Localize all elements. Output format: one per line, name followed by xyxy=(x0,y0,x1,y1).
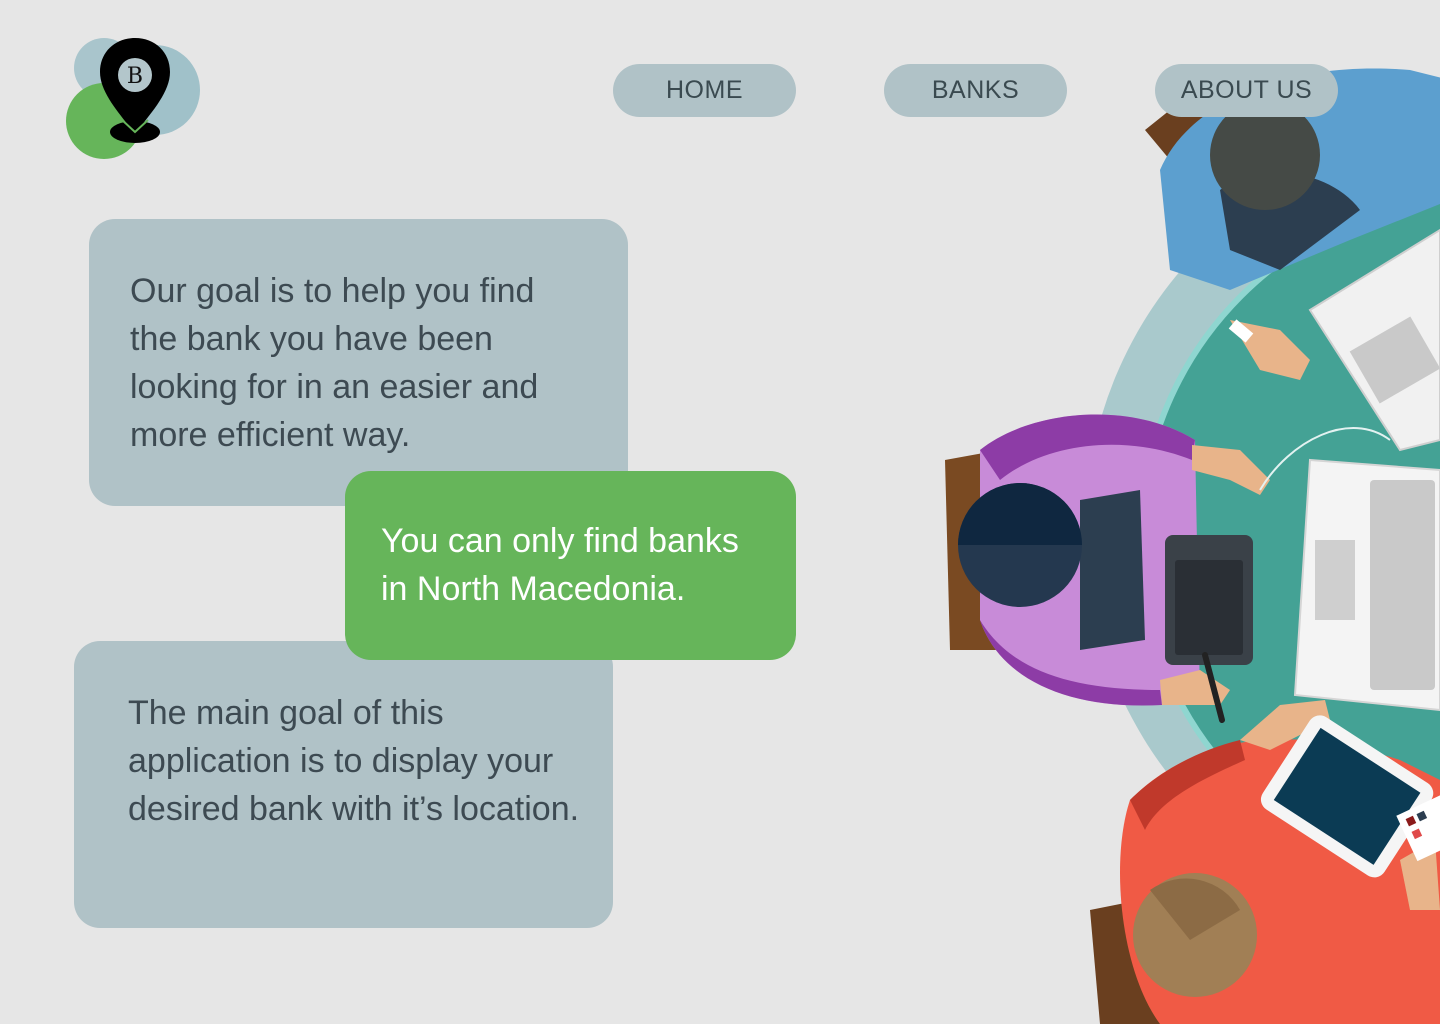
logo-letter: B xyxy=(127,64,143,89)
goal-card: Our goal is to help you find the bank yo… xyxy=(89,219,628,506)
nav-banks-button[interactable]: BANKS xyxy=(884,64,1067,117)
logo[interactable]: B xyxy=(60,30,210,165)
nav-about-label: ABOUT US xyxy=(1180,76,1313,104)
about-page: B HOME BANKS ABOUT US Our goal is to hel… xyxy=(0,0,1440,1024)
main-goal-card: The main goal of this application is to … xyxy=(74,641,613,928)
region-limit-card: You can only find banks in North Macedon… xyxy=(345,471,796,660)
main-goal-text: The main goal of this application is to … xyxy=(128,694,580,828)
map-pin-icon: B xyxy=(66,38,200,159)
team-meeting-illustration xyxy=(930,40,1440,1024)
nav-banks-label: BANKS xyxy=(931,76,1020,104)
nav-about-us-button[interactable]: ABOUT US xyxy=(1155,64,1338,117)
nav-home-label: HOME xyxy=(666,76,743,104)
region-limit-text: You can only find banks in North Macedon… xyxy=(381,522,739,608)
goal-text: Our goal is to help you find the bank yo… xyxy=(130,272,539,454)
nav-home-button[interactable]: HOME xyxy=(613,64,796,117)
